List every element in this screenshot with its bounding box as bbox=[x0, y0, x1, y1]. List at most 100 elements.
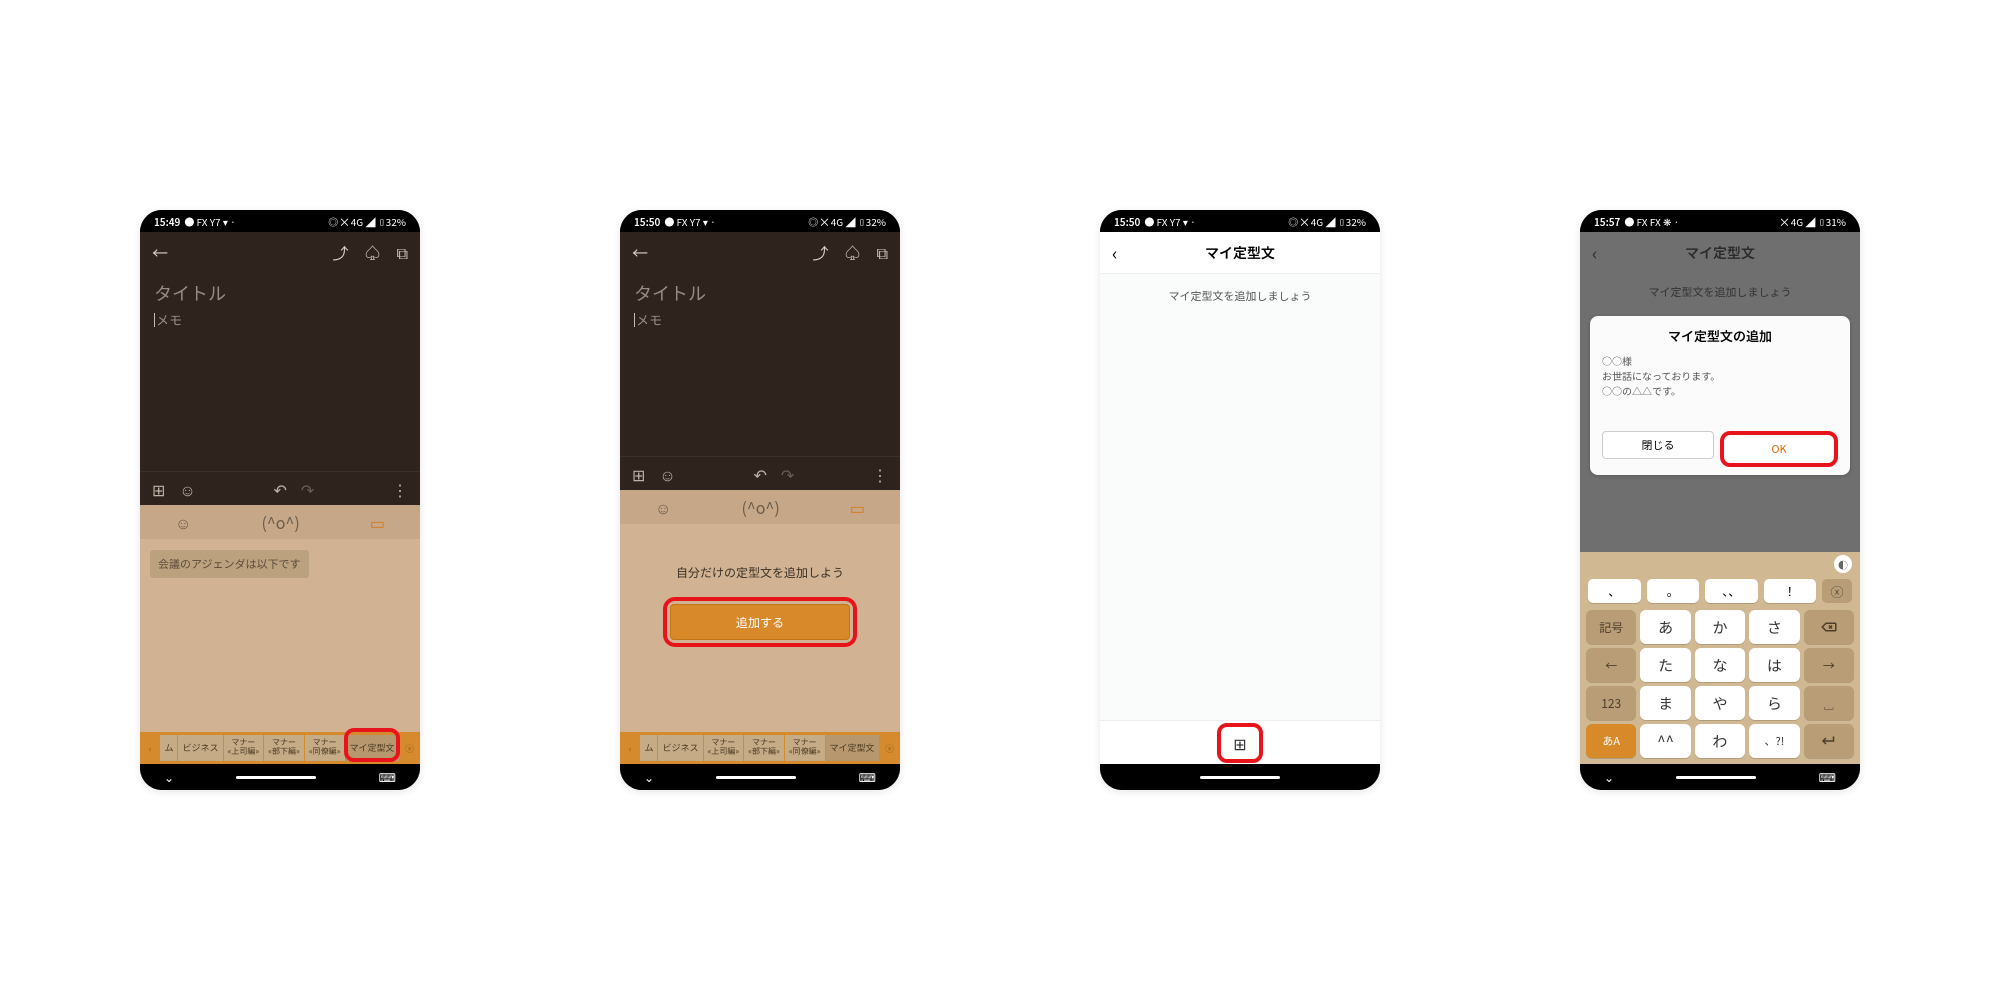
key-kaomoji[interactable]: ^^ bbox=[1640, 724, 1690, 758]
key-ha[interactable]: は bbox=[1749, 648, 1799, 682]
tab-item[interactable]: マナー«同僚編» bbox=[785, 735, 825, 761]
suggestion-chip[interactable]: 会議のアジェンダは以下です bbox=[150, 550, 309, 578]
key-ya[interactable]: や bbox=[1695, 686, 1745, 720]
palette-icon[interactable]: ☺ bbox=[179, 477, 195, 501]
punct-key[interactable]: 、、 bbox=[1705, 579, 1758, 603]
redo-icon[interactable]: ↷ bbox=[781, 462, 794, 486]
emoji-tab-icon[interactable]: ☺ bbox=[175, 510, 191, 534]
redo-icon[interactable]: ↷ bbox=[301, 477, 314, 501]
tabs-close-icon[interactable]: ⓧ bbox=[880, 742, 900, 755]
tab-item[interactable]: ビジネス bbox=[658, 735, 702, 761]
pin-icon[interactable]: ⤴ bbox=[333, 240, 349, 264]
key-sa[interactable]: さ bbox=[1749, 610, 1799, 644]
key-space[interactable]: ␣ bbox=[1804, 686, 1854, 720]
key-mode-switch[interactable]: あA bbox=[1586, 724, 1636, 758]
tab-my-templates[interactable]: マイ定型文 bbox=[346, 735, 399, 761]
kaomoji-tab-icon[interactable]: (^o^) bbox=[261, 510, 299, 534]
palette-icon[interactable]: ☺ bbox=[659, 462, 675, 486]
bell-icon[interactable]: ♤ bbox=[365, 240, 381, 264]
key-ra[interactable]: ら bbox=[1749, 686, 1799, 720]
memo-input[interactable]: メモ bbox=[154, 310, 406, 329]
key-ka[interactable]: か bbox=[1695, 610, 1745, 644]
archive-icon[interactable]: ⧉ bbox=[397, 240, 408, 264]
key-right-arrow[interactable]: → bbox=[1804, 648, 1854, 682]
page-title: マイ定型文 bbox=[1685, 243, 1755, 263]
tab-my-templates[interactable]: マイ定型文 bbox=[826, 735, 879, 761]
template-tabs: ‹ ム ビジネス マナー«上司編» マナー«部下編» マナー«同僚編» マイ定型… bbox=[620, 732, 900, 764]
key-left-arrow[interactable]: ← bbox=[1586, 648, 1636, 682]
tab-item[interactable]: マナー«同僚編» bbox=[305, 735, 345, 761]
nav-home-pill[interactable] bbox=[716, 776, 796, 779]
more-icon[interactable]: ⋮ bbox=[392, 477, 408, 501]
add-box-icon[interactable]: ⊞ bbox=[152, 477, 165, 501]
add-template-button[interactable]: 追加する bbox=[670, 604, 850, 640]
dialog-textarea[interactable]: ○○様 お世話になっております。 ○○の△△です。 bbox=[1602, 353, 1838, 423]
punct-key[interactable]: 、 bbox=[1588, 579, 1641, 603]
key-na[interactable]: な bbox=[1695, 648, 1745, 682]
status-icons-right: ◎ ⨉ 4G ◢ ▯32% bbox=[808, 214, 886, 229]
tab-item[interactable]: マナー«部下編» bbox=[264, 735, 304, 761]
key-ma[interactable]: ま bbox=[1640, 686, 1690, 720]
archive-icon[interactable]: ⧉ bbox=[877, 240, 888, 264]
key-symbols[interactable]: 記号 bbox=[1586, 610, 1636, 644]
note-body[interactable]: タイトル メモ bbox=[620, 272, 900, 456]
assistant-bubble-icon[interactable]: ◐ bbox=[1834, 555, 1852, 573]
dialog-close-button[interactable]: 閉じる bbox=[1602, 431, 1714, 459]
nav-home-pill[interactable] bbox=[1676, 776, 1756, 779]
back-chevron-icon[interactable]: ‹ bbox=[1592, 240, 1597, 266]
title-input[interactable]: タイトル bbox=[154, 280, 406, 306]
dialog-title: マイ定型文の追加 bbox=[1602, 326, 1838, 345]
clock: 15:50 bbox=[634, 214, 660, 229]
nav-keyboard-icon[interactable]: ⌨ bbox=[1819, 769, 1836, 786]
nav-down-icon[interactable]: ⌄ bbox=[1604, 769, 1614, 786]
key-ta[interactable]: た bbox=[1640, 648, 1690, 682]
key-return-icon[interactable] bbox=[1804, 724, 1854, 758]
text-caret bbox=[634, 313, 635, 327]
key-wa[interactable]: わ bbox=[1695, 724, 1745, 758]
back-arrow-icon[interactable]: ← bbox=[152, 240, 168, 264]
nav-home-pill[interactable] bbox=[1200, 776, 1280, 779]
tab-item[interactable]: マナー«上司編» bbox=[704, 735, 744, 761]
undo-icon[interactable]: ↶ bbox=[273, 477, 286, 501]
key-backspace-icon[interactable] bbox=[1804, 610, 1854, 644]
bell-icon[interactable]: ♤ bbox=[845, 240, 861, 264]
tabs-close-icon[interactable]: ⓧ bbox=[400, 742, 420, 755]
nav-down-icon[interactable]: ⌄ bbox=[644, 769, 654, 786]
templates-tab-icon[interactable]: ▭ bbox=[850, 495, 865, 519]
tab-item[interactable]: ビジネス bbox=[178, 735, 222, 761]
undo-icon[interactable]: ↶ bbox=[753, 462, 766, 486]
dialog-ok-button[interactable]: OK bbox=[1726, 437, 1832, 461]
templates-tab-icon[interactable]: ▭ bbox=[370, 510, 385, 534]
memo-input[interactable]: メモ bbox=[634, 310, 886, 329]
note-body[interactable]: タイトル メモ bbox=[140, 272, 420, 471]
tab-item[interactable]: ム bbox=[160, 735, 177, 761]
nav-keyboard-icon[interactable]: ⌨ bbox=[859, 769, 876, 786]
nav-home-pill[interactable] bbox=[236, 776, 316, 779]
subtitle: マイ定型文を追加しましょう bbox=[1580, 274, 1860, 310]
status-icons-left: ● FX FX ❋ · bbox=[1624, 214, 1679, 229]
punct-delete-icon[interactable]: ⓧ bbox=[1822, 579, 1852, 603]
punct-key[interactable]: ！ bbox=[1764, 579, 1817, 603]
add-plus-button[interactable]: ⊞ bbox=[1233, 731, 1246, 755]
add-box-icon[interactable]: ⊞ bbox=[632, 462, 645, 486]
nav-down-icon[interactable]: ⌄ bbox=[164, 769, 174, 786]
punct-key[interactable]: 。 bbox=[1647, 579, 1700, 603]
kaomoji-tab-icon[interactable]: (^o^) bbox=[741, 495, 779, 519]
tab-item[interactable]: ム bbox=[640, 735, 657, 761]
emoji-tab-icon[interactable]: ☺ bbox=[655, 495, 671, 519]
tab-item[interactable]: マナー«上司編» bbox=[224, 735, 264, 761]
back-arrow-icon[interactable]: ← bbox=[632, 240, 648, 264]
pin-icon[interactable]: ⤴ bbox=[813, 240, 829, 264]
key-punct[interactable]: 、?! bbox=[1749, 724, 1799, 758]
nav-keyboard-icon[interactable]: ⌨ bbox=[379, 769, 396, 786]
key-a[interactable]: あ bbox=[1640, 610, 1690, 644]
tabs-scroll-left[interactable]: ‹ bbox=[140, 742, 160, 755]
title-input[interactable]: タイトル bbox=[634, 280, 886, 306]
empty-state-text: マイ定型文を追加しましょう bbox=[1100, 274, 1380, 318]
ime-strip: ☺ (^o^) ▭ bbox=[620, 490, 900, 524]
back-chevron-icon[interactable]: ‹ bbox=[1112, 240, 1117, 266]
tab-item[interactable]: マナー«部下編» bbox=[744, 735, 784, 761]
key-numbers[interactable]: 123 bbox=[1586, 686, 1636, 720]
tabs-scroll-left[interactable]: ‹ bbox=[620, 742, 640, 755]
more-icon[interactable]: ⋮ bbox=[872, 462, 888, 486]
